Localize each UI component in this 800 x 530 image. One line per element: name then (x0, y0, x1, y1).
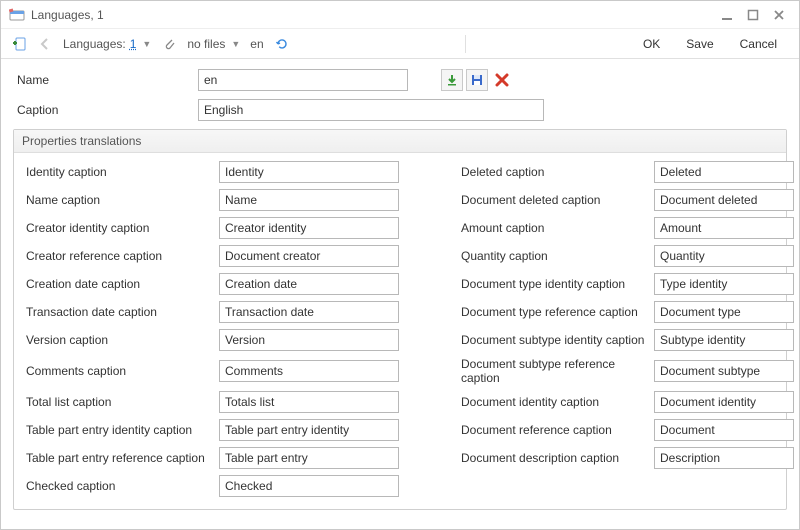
field-input[interactable] (654, 447, 794, 469)
field-input[interactable] (219, 301, 399, 323)
field-label: Identity caption (24, 165, 219, 179)
field-label: Quantity caption (459, 249, 654, 263)
window-root: Languages, 1 Languages: 1 ▼ (0, 0, 800, 530)
field-input[interactable] (654, 391, 794, 413)
field-label: Amount caption (459, 221, 654, 235)
files-label: no files (187, 37, 225, 51)
breadcrumb: Languages: 1 ▼ (63, 37, 151, 51)
field-input[interactable] (219, 329, 399, 351)
save-button[interactable]: Save (686, 37, 713, 51)
breadcrumb-label: Languages: (63, 37, 126, 51)
field-input[interactable] (654, 217, 794, 239)
field-label: Transaction date caption (24, 305, 219, 319)
toolbar-actions: OK Save Cancel (643, 37, 789, 51)
field-input[interactable] (219, 273, 399, 295)
close-button[interactable] (767, 6, 791, 24)
chevron-down-icon: ▼ (231, 39, 240, 49)
toolbar: Languages: 1 ▼ no files ▼ en OK Save Can… (1, 29, 799, 59)
field-label: Table part entry identity caption (24, 423, 219, 437)
field-label: Total list caption (24, 395, 219, 409)
field-label: Document type reference caption (459, 305, 654, 319)
field-label: Document deleted caption (459, 193, 654, 207)
field-label: Document type identity caption (459, 277, 654, 291)
field-input[interactable] (219, 161, 399, 183)
chevron-down-icon[interactable]: ▼ (142, 39, 151, 49)
titlebar: Languages, 1 (1, 1, 799, 29)
field-input[interactable] (654, 273, 794, 295)
cancel-button[interactable]: Cancel (740, 37, 777, 51)
field-label: Name caption (24, 193, 219, 207)
field-input[interactable] (219, 245, 399, 267)
field-input[interactable] (219, 217, 399, 239)
name-label: Name (13, 73, 198, 87)
paperclip-icon[interactable] (161, 36, 177, 52)
row-caption: Caption (13, 99, 787, 121)
minimize-button[interactable] (715, 6, 739, 24)
field-label: Creator reference caption (24, 249, 219, 263)
field-input[interactable] (219, 360, 399, 382)
field-label: Document subtype reference caption (459, 357, 654, 385)
language-indicator[interactable]: en (250, 37, 263, 51)
download-button[interactable] (441, 69, 463, 91)
ok-button[interactable]: OK (643, 37, 660, 51)
group-legend: Properties translations (14, 130, 786, 153)
field-label: Table part entry reference caption (24, 451, 219, 465)
field-input[interactable] (219, 475, 399, 497)
field-input[interactable] (654, 245, 794, 267)
field-label: Document identity caption (459, 395, 654, 409)
field-input[interactable] (654, 301, 794, 323)
properties-translations-group: Properties translations Identity caption… (13, 129, 787, 510)
field-label: Version caption (24, 333, 219, 347)
refresh-icon[interactable] (274, 36, 290, 52)
field-input[interactable] (654, 189, 794, 211)
caption-input[interactable] (198, 99, 544, 121)
field-input[interactable] (654, 329, 794, 351)
field-input[interactable] (654, 419, 794, 441)
field-label: Checked caption (24, 479, 219, 493)
field-input[interactable] (219, 189, 399, 211)
save-file-button[interactable] (466, 69, 488, 91)
field-input[interactable] (219, 391, 399, 413)
maximize-button[interactable] (741, 6, 765, 24)
field-label: Comments caption (24, 364, 219, 378)
files-dropdown[interactable]: no files ▼ (187, 37, 240, 51)
app-icon (9, 7, 25, 23)
field-label: Creator identity caption (24, 221, 219, 235)
field-input[interactable] (654, 161, 794, 183)
field-input[interactable] (219, 419, 399, 441)
field-input[interactable] (219, 447, 399, 469)
field-input[interactable] (654, 360, 794, 382)
field-label: Document reference caption (459, 423, 654, 437)
toolbar-separator (465, 35, 466, 53)
field-label: Deleted caption (459, 165, 654, 179)
back-icon[interactable] (37, 36, 53, 52)
form-body: Name Caption Properties translations Ide… (1, 59, 799, 529)
window-title: Languages, 1 (31, 8, 104, 22)
row-name: Name (13, 69, 787, 91)
delete-button[interactable] (491, 69, 513, 91)
breadcrumb-link[interactable]: 1 (130, 37, 137, 51)
caption-label: Caption (13, 103, 198, 117)
field-label: Document subtype identity caption (459, 333, 654, 347)
field-label: Creation date caption (24, 277, 219, 291)
properties-grid: Identity caption Deleted caption Name capt… (24, 161, 776, 497)
field-label: Document description caption (459, 451, 654, 465)
new-record-icon[interactable] (11, 36, 27, 52)
name-input[interactable] (198, 69, 408, 91)
